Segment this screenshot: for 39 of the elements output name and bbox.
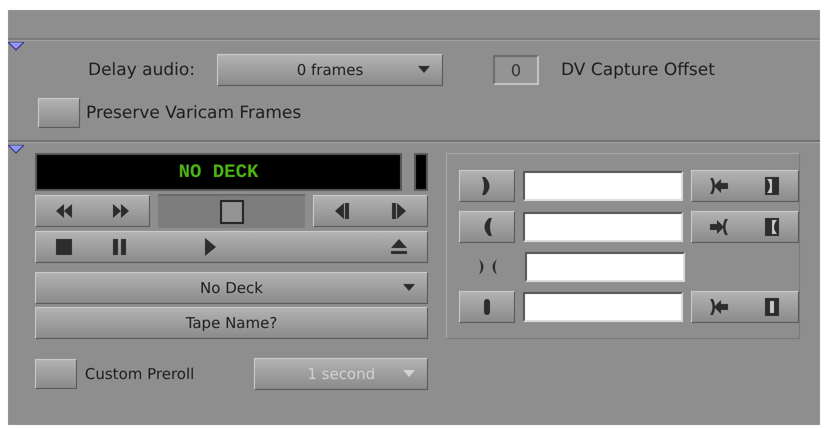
- caret-icon: [403, 370, 415, 378]
- deck-dropdown[interactable]: No Deck: [35, 272, 428, 304]
- timecode-field[interactable]: [522, 212, 683, 242]
- go-to-mark-button[interactable]: [690, 170, 799, 202]
- dv-capture-offset-label: DV Capture Offset: [561, 60, 715, 80]
- timecode-field[interactable]: [522, 292, 683, 322]
- varicam-label: Preserve Varicam Frames: [86, 103, 302, 123]
- mark-in-icon: [482, 177, 492, 195]
- mark-button[interactable]: [459, 291, 515, 323]
- step-button[interactable]: [313, 195, 428, 227]
- timecode-field[interactable]: [525, 252, 685, 282]
- stop-icon: [54, 237, 74, 257]
- go-to-mark-button[interactable]: [690, 291, 799, 323]
- transport-bar[interactable]: [35, 231, 428, 263]
- rewind-icon: [54, 201, 74, 221]
- delay-audio-dropdown[interactable]: 0 frames: [217, 54, 443, 86]
- mark-out-icon: [482, 218, 492, 236]
- audio-mark-icon: [482, 298, 492, 316]
- shuttle-knob[interactable]: [220, 200, 244, 224]
- timecode-field[interactable]: [522, 171, 683, 201]
- caret-icon: [403, 284, 415, 292]
- custom-preroll-label: Custom Preroll: [84, 365, 196, 383]
- varicam-checkbox[interactable]: [38, 98, 80, 128]
- collapse-triangle-icon[interactable]: [8, 42, 24, 51]
- offset-field[interactable]: 0: [493, 55, 539, 85]
- custom-preroll-checkbox[interactable]: [35, 359, 77, 389]
- level-meter: [414, 153, 428, 191]
- shuttle-track[interactable]: [158, 194, 305, 228]
- deck-status-display: NO DECK: [35, 153, 402, 191]
- tape-name-button[interactable]: Tape Name?: [35, 307, 428, 339]
- eject-icon: [389, 237, 409, 257]
- mark-button[interactable]: [459, 170, 515, 202]
- fast-forward-icon: [110, 201, 131, 221]
- delay-audio-label: Delay audio:: [88, 60, 195, 80]
- caret-icon: [418, 66, 430, 74]
- go-to-mark-button[interactable]: [690, 211, 799, 243]
- mark-button[interactable]: [459, 211, 515, 243]
- collapse-triangle-icon[interactable]: [8, 145, 24, 154]
- shuttle-button[interactable]: [35, 195, 150, 227]
